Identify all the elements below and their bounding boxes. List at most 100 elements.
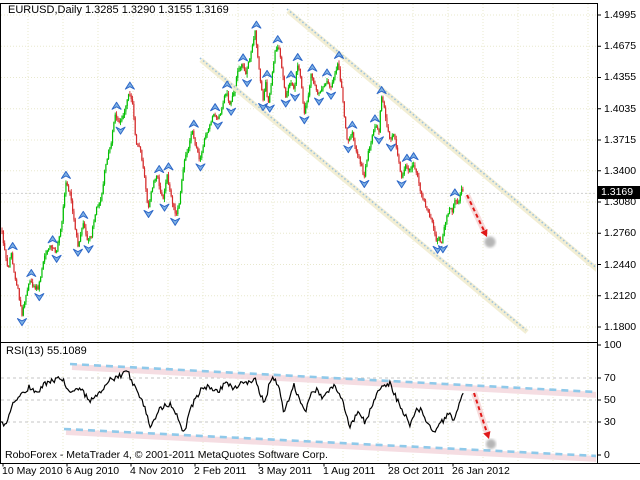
candle-body xyxy=(459,193,461,202)
candle-body xyxy=(130,95,132,99)
candle-body xyxy=(346,128,348,140)
fractal-up-icon xyxy=(322,68,333,77)
candle-body xyxy=(199,157,202,160)
candle-body xyxy=(395,139,397,148)
fractal-down-icon xyxy=(299,116,310,125)
candle-body xyxy=(186,152,188,155)
candle-body xyxy=(278,47,280,49)
candle-body xyxy=(454,200,456,205)
candle-body xyxy=(452,204,455,213)
rsi-indicator-label: RSI(13) 55.1089 xyxy=(6,345,87,357)
candle-body xyxy=(410,168,412,170)
candle-body xyxy=(431,218,433,223)
candle-body xyxy=(402,174,404,178)
candle-body xyxy=(373,130,375,136)
candle-body xyxy=(83,223,86,228)
candle-body xyxy=(52,247,54,249)
candle-body xyxy=(335,69,337,74)
candle-body xyxy=(203,138,206,147)
candle-body xyxy=(46,250,48,254)
candle-body xyxy=(456,201,459,204)
candle-body xyxy=(64,194,66,207)
candle-body xyxy=(251,45,254,52)
candle-body xyxy=(137,144,139,146)
fractal-down-icon xyxy=(264,104,275,113)
candle-body xyxy=(424,200,427,207)
candle-body xyxy=(18,288,20,300)
candle-body xyxy=(33,286,35,288)
candle-body xyxy=(342,87,344,102)
candle-body xyxy=(362,165,364,175)
candle-body xyxy=(1,230,3,232)
candle-body xyxy=(99,200,102,203)
candle-body xyxy=(167,174,170,185)
candle-body xyxy=(326,81,328,84)
date-axis-label: 3 May 2011 xyxy=(258,465,313,477)
fractal-down-icon xyxy=(226,107,237,116)
date-axis-label: 2 Feb 2011 xyxy=(194,465,247,477)
fractal-up-icon xyxy=(7,242,18,251)
shadow-blob xyxy=(484,236,496,248)
candle-body xyxy=(363,174,365,177)
candle-body xyxy=(205,135,207,139)
candle-body xyxy=(259,69,262,82)
candle-body xyxy=(385,107,387,118)
candle-body xyxy=(61,221,63,230)
rsi-channel-glow xyxy=(71,364,596,398)
candle-body xyxy=(22,307,24,316)
candle-body xyxy=(432,222,435,228)
candle-body xyxy=(157,176,159,178)
candle-body xyxy=(28,284,30,291)
candle-body xyxy=(49,245,51,250)
candle-body xyxy=(318,93,320,94)
candle-body xyxy=(195,144,198,148)
candle-body xyxy=(91,226,94,237)
candle-body xyxy=(189,140,191,149)
candle-body xyxy=(423,199,425,201)
candle-body xyxy=(173,203,175,207)
candle-body xyxy=(444,222,447,228)
candle-body xyxy=(181,180,183,193)
candle-body xyxy=(419,183,421,192)
candle-body xyxy=(401,171,403,178)
candle-body xyxy=(60,229,62,237)
fractal-up-icon xyxy=(286,70,297,79)
chart-canvas[interactable] xyxy=(0,0,640,480)
candle-body xyxy=(58,236,60,243)
candle-body xyxy=(17,284,19,289)
candle-body xyxy=(303,103,305,114)
candle-body xyxy=(418,176,420,184)
candle-body xyxy=(285,87,287,98)
candle-body xyxy=(114,114,116,123)
price-axis-label: 1.4995 xyxy=(604,9,637,21)
candle-body xyxy=(14,272,16,280)
fractal-down-icon xyxy=(83,245,94,254)
candle-body xyxy=(331,82,333,88)
candle-body xyxy=(158,177,160,187)
candle-body xyxy=(317,90,319,94)
fractal-up-icon xyxy=(307,63,318,72)
candle-body xyxy=(235,77,238,86)
candle-body xyxy=(8,265,10,267)
candle-body xyxy=(343,101,345,117)
candle-body xyxy=(426,206,428,210)
fractal-down-icon xyxy=(115,126,126,135)
candle-body xyxy=(302,87,304,104)
candle-body xyxy=(382,97,384,102)
candle-body xyxy=(379,110,381,133)
fractal-down-icon xyxy=(359,179,370,188)
candle-body xyxy=(458,201,460,204)
date-axis-label: 4 Nov 2010 xyxy=(130,465,184,477)
fractal-down-icon xyxy=(34,293,45,302)
candle-body xyxy=(36,286,38,290)
candle-body xyxy=(42,261,44,269)
candle-body xyxy=(38,281,40,290)
candle-body xyxy=(321,89,323,92)
candle-body xyxy=(290,82,292,84)
candle-body xyxy=(198,151,200,160)
fractal-down-icon xyxy=(280,99,291,108)
candle-body xyxy=(293,85,295,89)
candle-body xyxy=(56,250,58,253)
candle-body xyxy=(411,165,413,169)
price-axis-label: 1.3400 xyxy=(604,165,637,177)
